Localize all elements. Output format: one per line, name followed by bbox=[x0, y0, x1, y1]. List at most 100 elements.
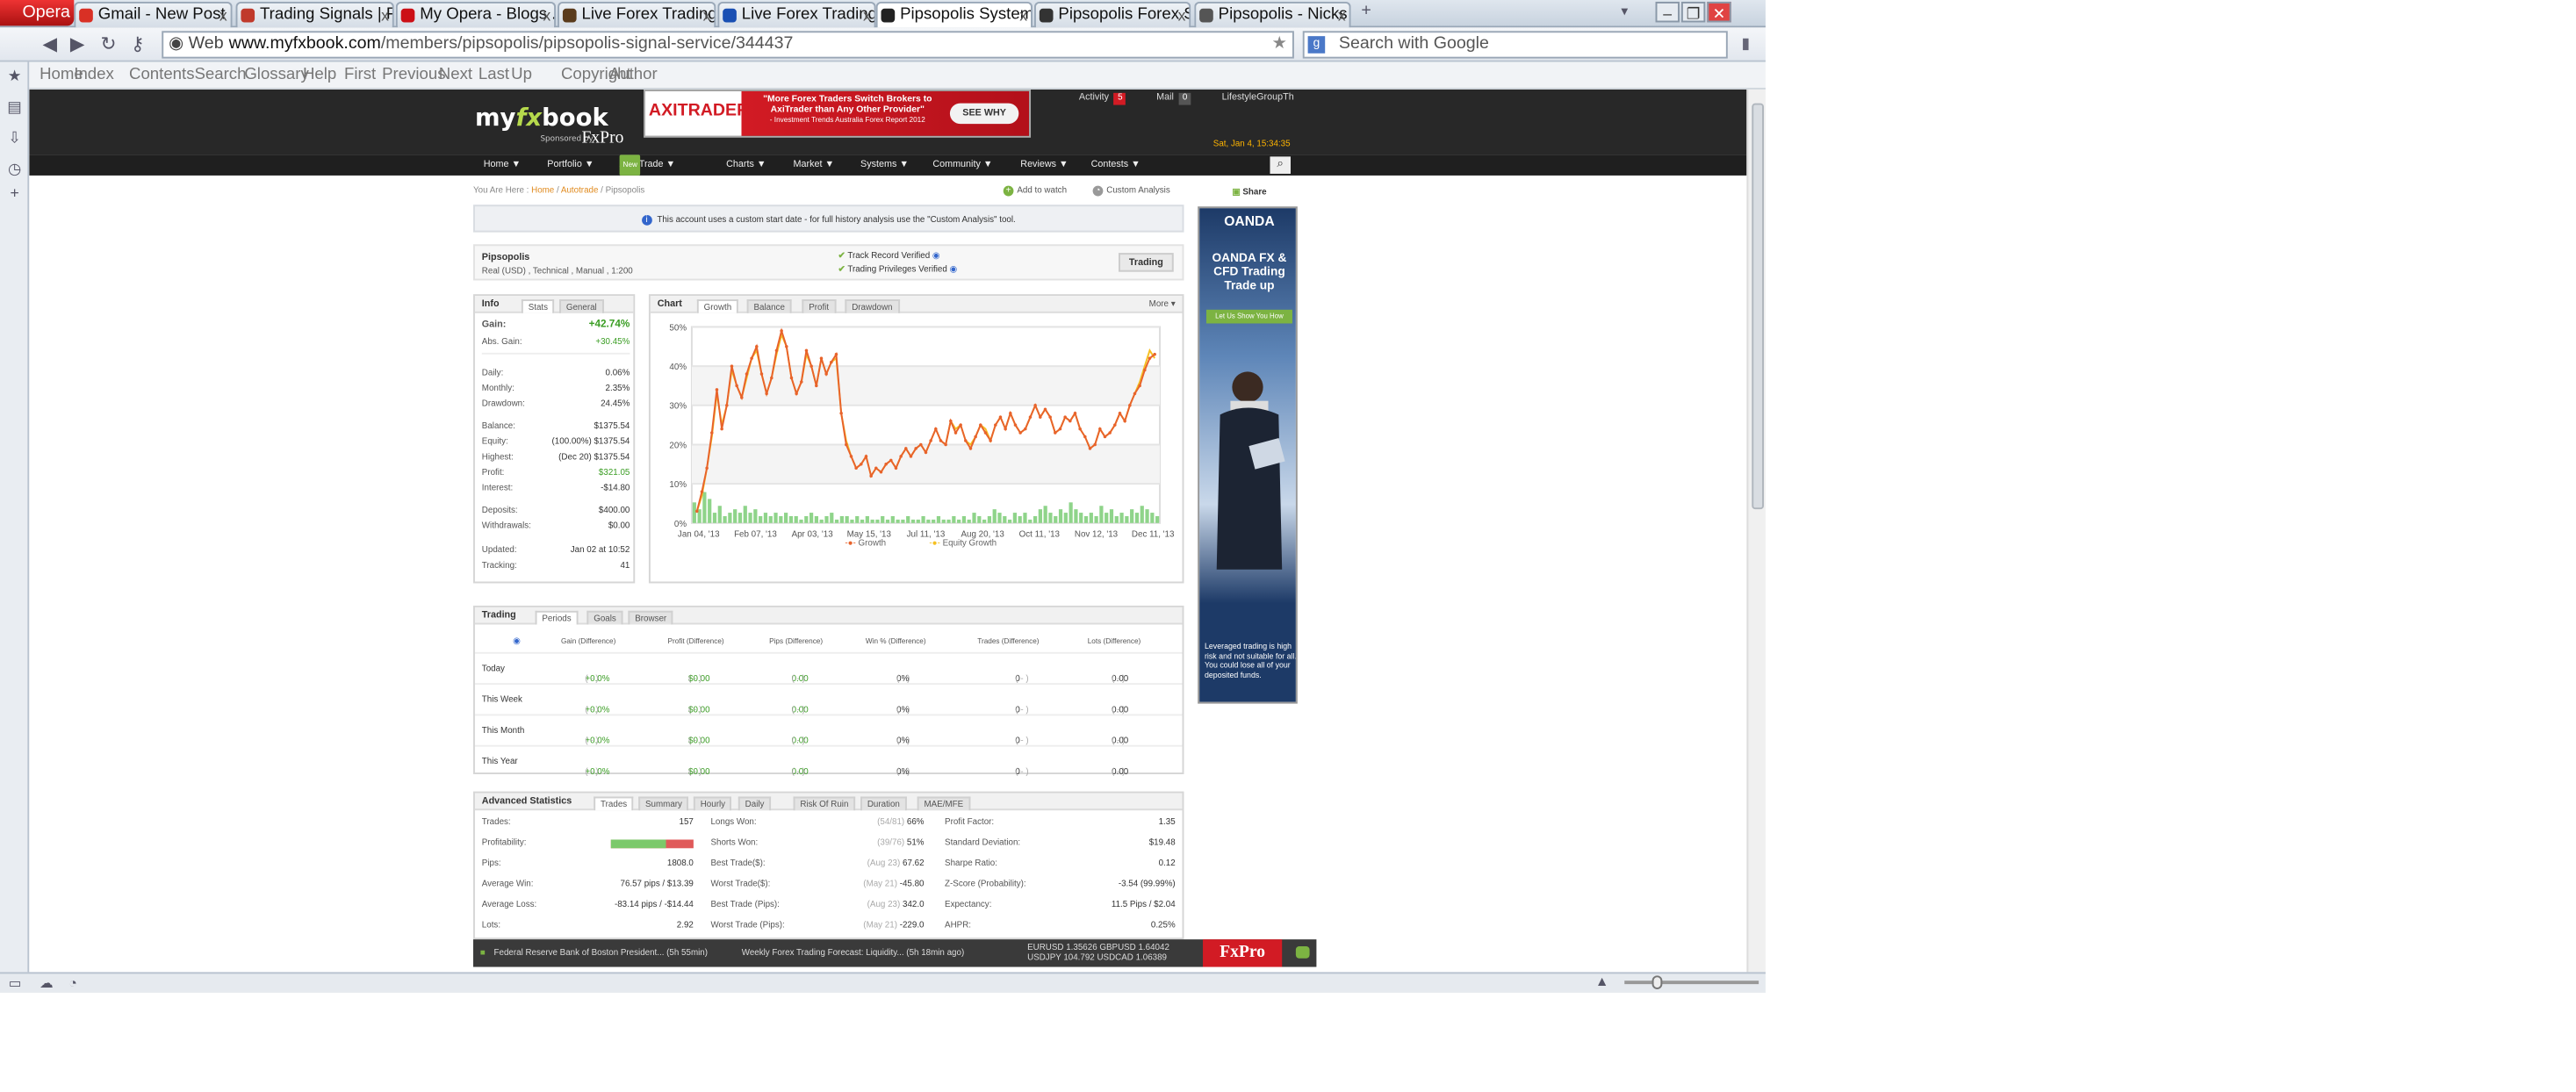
nav-link[interactable]: Contents bbox=[129, 62, 195, 90]
share-button[interactable]: ▣ Share bbox=[1232, 188, 1266, 198]
nav-link[interactable]: First bbox=[344, 62, 376, 90]
help-icon[interactable]: ◉ bbox=[932, 251, 940, 262]
trade-bar bbox=[830, 513, 834, 523]
vertical-scrollbar[interactable] bbox=[1746, 89, 1766, 973]
tab-list-icon[interactable]: ▾ bbox=[1621, 4, 1628, 19]
sync-icon[interactable]: ☁ bbox=[40, 975, 54, 991]
tab-balance[interactable]: Balance bbox=[746, 299, 792, 313]
history-icon[interactable]: ◷ bbox=[7, 161, 23, 177]
window-close-icon[interactable]: ✕ bbox=[1707, 1, 1731, 23]
add-panel-icon[interactable]: + bbox=[7, 185, 23, 202]
notes-icon[interactable]: ▤ bbox=[7, 99, 23, 116]
tab-drawdown[interactable]: Drawdown bbox=[845, 299, 900, 313]
ticker-news-2[interactable]: Weekly Forex Trading Forecast: Liquidity… bbox=[742, 939, 964, 966]
advanced-tab[interactable]: Risk Of Ruin bbox=[793, 796, 856, 811]
zoom-slider[interactable] bbox=[1624, 975, 1759, 989]
bookmark-star-icon[interactable]: ★ bbox=[1272, 32, 1288, 56]
tab-close-icon[interactable]: x bbox=[543, 4, 550, 27]
tab-close-icon[interactable]: x bbox=[1338, 4, 1346, 27]
growth-point bbox=[1013, 423, 1018, 427]
nav-link[interactable]: Search bbox=[194, 62, 246, 90]
tab-close-icon[interactable]: x bbox=[1019, 4, 1027, 27]
browser-tab[interactable]: Live Forex Trading... x bbox=[558, 1, 716, 28]
ticker-news-1[interactable]: Federal Reserve Bank of Boston President… bbox=[494, 939, 708, 966]
back-icon[interactable]: ◀ bbox=[38, 32, 61, 56]
advanced-tab[interactable]: Duration bbox=[860, 796, 907, 811]
trade-bar bbox=[906, 516, 910, 523]
trading-button[interactable]: Trading bbox=[1119, 253, 1174, 272]
downloads-icon[interactable]: ⇩ bbox=[7, 130, 23, 147]
advanced-tab[interactable]: Hourly bbox=[693, 796, 732, 811]
nav-link[interactable]: Author bbox=[609, 62, 658, 90]
nav-link[interactable]: Previous bbox=[382, 62, 445, 90]
activity-link[interactable]: Activity 5 bbox=[1079, 92, 1126, 105]
url-field[interactable]: ◉ Web www.myfxbook.com/members/pipsopoli… bbox=[162, 31, 1294, 59]
forward-icon[interactable]: ▶ bbox=[65, 32, 89, 56]
more-dropdown[interactable]: More ▾ bbox=[1149, 299, 1176, 310]
chat-icon[interactable] bbox=[1295, 946, 1310, 959]
browser-tab[interactable]: My Opera - Blogs ... x bbox=[395, 1, 557, 28]
tab-profit[interactable]: Profit bbox=[802, 299, 836, 313]
advanced-tab[interactable]: MAE/MFE bbox=[917, 796, 971, 811]
advanced-tab[interactable]: Summary bbox=[638, 796, 689, 811]
fxpro-logo[interactable]: FxPro bbox=[1203, 939, 1283, 967]
web-mode-badge[interactable]: ◉ Web bbox=[169, 32, 224, 56]
trade-bar bbox=[1083, 516, 1089, 523]
banner-see-why-button[interactable]: SEE WHY bbox=[949, 103, 1019, 125]
oanda-side-ad[interactable]: OANDA OANDA FX & CFD Trading Trade up Le… bbox=[1198, 206, 1298, 704]
new-tab-icon[interactable]: + bbox=[1361, 2, 1371, 21]
tab-periods[interactable]: Periods bbox=[535, 610, 579, 625]
panel-toggle-icon[interactable]: ▭ bbox=[9, 975, 22, 991]
nav-link[interactable]: Index bbox=[74, 62, 114, 90]
add-to-watch-button[interactable]: + Add to watch bbox=[1003, 185, 1067, 197]
zoom-handle[interactable] bbox=[1651, 975, 1663, 989]
breadcrumb-autotrade[interactable]: Autotrade bbox=[561, 186, 599, 197]
advanced-tab[interactable]: Trades bbox=[594, 796, 635, 811]
tab-browser[interactable]: Browser bbox=[628, 610, 674, 625]
nav-link[interactable]: Last bbox=[479, 62, 509, 90]
tab-close-icon[interactable]: x bbox=[703, 4, 711, 27]
site-search-icon[interactable]: ⌕ bbox=[1270, 156, 1291, 174]
browser-tab[interactable]: Pipsopolis Forex S...x bbox=[1033, 1, 1191, 28]
growth-point bbox=[1073, 411, 1077, 415]
tab-close-icon[interactable]: x bbox=[1178, 4, 1186, 27]
ad-cta-button[interactable]: Let Us Show You How bbox=[1205, 309, 1292, 324]
tab-close-icon[interactable]: x bbox=[381, 4, 389, 27]
myfxbook-logo[interactable]: myfxbook Sponsored by FxPro bbox=[475, 105, 623, 148]
key-icon[interactable]: ⚷ bbox=[126, 32, 149, 56]
browser-tab[interactable]: Pipsopolis - Nicks ... x bbox=[1194, 1, 1351, 28]
breadcrumb-home[interactable]: Home bbox=[531, 186, 554, 197]
nav-link[interactable]: Next bbox=[439, 62, 472, 90]
opera-menu-button[interactable]: Opera bbox=[0, 0, 75, 26]
settings-icon[interactable]: ◉ bbox=[513, 636, 521, 647]
browser-tab[interactable]: Trading Signals | F... x bbox=[235, 1, 394, 28]
nav-link[interactable]: Glossary bbox=[244, 62, 308, 90]
view-icon[interactable]: ▲ bbox=[1595, 973, 1609, 989]
mail-link[interactable]: Mail 0 bbox=[1156, 92, 1191, 105]
search-field[interactable]: g Search with Google bbox=[1302, 31, 1728, 59]
tab-close-icon[interactable]: x bbox=[863, 4, 871, 27]
speed-icon[interactable]: ◔ bbox=[68, 975, 76, 991]
custom-analysis-button[interactable]: ◔ Custom Analysis bbox=[1092, 185, 1170, 197]
info-row: Monthly: 2.35% bbox=[482, 384, 630, 394]
tab-growth[interactable]: Growth bbox=[696, 299, 739, 313]
browser-tab[interactable]: Pipsopolis System ...x bbox=[875, 1, 1033, 28]
user-link[interactable]: LifestyleGroupTh bbox=[1222, 93, 1294, 104]
tab-goals[interactable]: Goals bbox=[586, 610, 623, 625]
tab-stats[interactable]: Stats bbox=[521, 299, 555, 313]
minimize-icon[interactable]: – bbox=[1655, 1, 1680, 23]
restore-icon[interactable]: ❐ bbox=[1680, 1, 1706, 23]
nav-link[interactable]: Up bbox=[511, 62, 532, 90]
reload-icon[interactable]: ↻ bbox=[97, 32, 120, 56]
browser-tab[interactable]: Gmail - New Post I...x bbox=[74, 1, 233, 28]
bookmarks-icon[interactable]: ★ bbox=[7, 68, 23, 84]
axitrader-banner-ad[interactable]: AXITRADER "More Forex Traders Switch Bro… bbox=[644, 89, 1032, 138]
help-icon[interactable]: ◉ bbox=[950, 265, 958, 276]
info-header: Info bbox=[481, 299, 500, 310]
tab-close-icon[interactable]: x bbox=[219, 4, 227, 27]
advanced-tab[interactable]: Daily bbox=[738, 796, 772, 811]
scroll-thumb[interactable] bbox=[1752, 103, 1764, 510]
browser-tab[interactable]: Live Forex Trading... x bbox=[717, 1, 876, 28]
nav-link[interactable]: Help bbox=[303, 62, 336, 90]
tab-general[interactable]: General bbox=[559, 299, 604, 313]
